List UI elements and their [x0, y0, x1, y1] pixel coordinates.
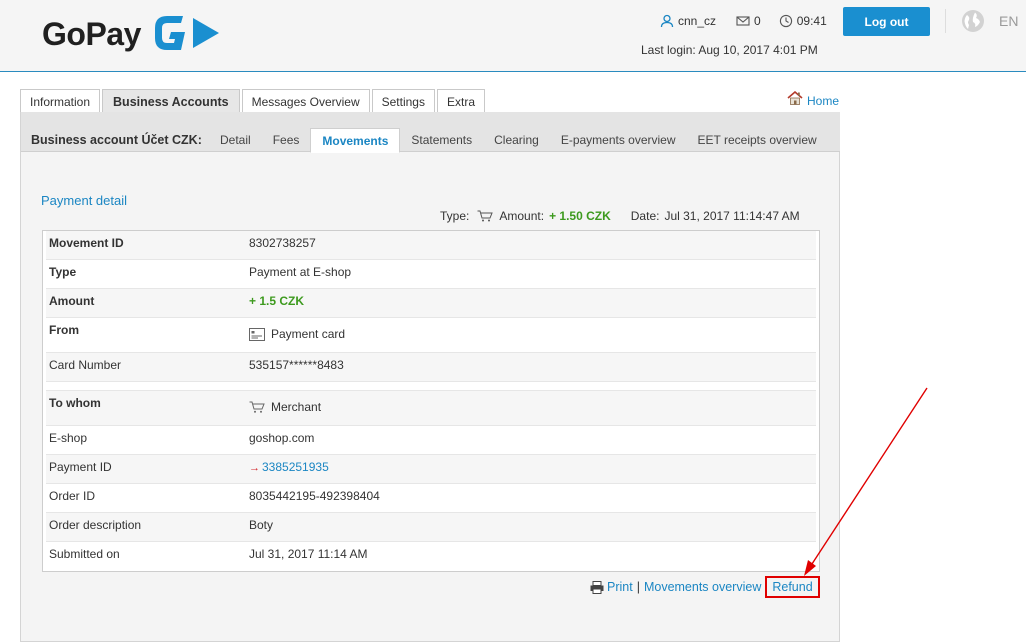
gopay-logo-icon [155, 16, 219, 50]
home-link[interactable]: Home [787, 91, 840, 108]
detail-value: 8035442195-492398404 [249, 489, 380, 503]
home-icon [787, 91, 803, 105]
detail-value-group: → 3385251935 [249, 460, 329, 474]
detail-value: Merchant [271, 400, 322, 414]
header-divider [945, 9, 946, 33]
detail-key: Card Number [49, 358, 122, 372]
account-sub-tabs: Detail Fees Movements Statements Clearin… [209, 128, 828, 153]
detail-value: Payment card [271, 327, 346, 341]
print-link[interactable]: Print [607, 580, 633, 594]
detail-value-group: Payment card [249, 327, 345, 341]
detail-key: Type [49, 265, 77, 279]
date-label: Date: [630, 209, 660, 223]
payment-detail-table: Movement ID 8302738257 Type Payment at E… [42, 230, 820, 572]
detail-value: + 1.5 CZK [249, 294, 305, 308]
detail-row-type: Type Payment at E-shop [46, 260, 816, 289]
detail-row-movement-id: Movement ID 8302738257 [46, 231, 816, 260]
detail-row-eshop: E-shop goshop.com [46, 426, 816, 455]
detail-key: Movement ID [49, 236, 124, 250]
messages-count: 0 [754, 14, 761, 28]
session-time: 09:41 [779, 14, 827, 28]
detail-key: Order description [49, 518, 142, 532]
detail-value: goshop.com [249, 431, 315, 445]
user-account[interactable]: cnn_cz [660, 14, 716, 28]
globe-icon[interactable] [961, 9, 985, 33]
user-info-bar: cnn_cz 0 09:41 [660, 12, 827, 30]
tab-extra[interactable]: Extra [436, 89, 485, 113]
movements-overview-link[interactable]: Movements overview [644, 580, 761, 594]
detail-value: 535157******8483 [249, 358, 344, 372]
account-title: Business account Účet CZK: [31, 133, 202, 147]
last-login-text: Last login: Aug 10, 2017 4:01 PM [641, 43, 818, 57]
detail-value: Boty [249, 518, 274, 532]
subtab-e-payments-overview[interactable]: E-payments overview [550, 128, 687, 152]
refund-link[interactable]: Refund [765, 576, 820, 598]
detail-row-order-description: Order description Boty [46, 513, 816, 542]
detail-row-card-number: Card Number 535157******8483 [46, 353, 816, 382]
detail-value-group: Merchant [249, 400, 321, 414]
footer-separator: | [636, 580, 640, 594]
messages[interactable]: 0 [736, 14, 761, 28]
payment-card-icon [249, 328, 265, 341]
subtab-eet-receipts-overview[interactable]: EET receipts overview [687, 128, 828, 152]
detail-row-from: From Payment card [46, 318, 816, 353]
time-display: 09:41 [796, 14, 827, 28]
subtab-clearing[interactable]: Clearing [483, 128, 550, 152]
subtab-detail[interactable]: Detail [209, 128, 262, 152]
detail-row-payment-id: Payment ID → 3385251935 [46, 455, 816, 484]
printer-icon[interactable] [590, 580, 604, 594]
detail-key: Order ID [49, 489, 96, 503]
amount-label: Amount: [499, 209, 545, 223]
language-selector[interactable]: EN [999, 13, 1018, 29]
footer-links: Print | Movements overview Refund [590, 576, 820, 598]
detail-row-submitted-on: Submitted on Jul 31, 2017 11:14 AM [46, 542, 816, 571]
detail-key: From [49, 323, 79, 337]
brand-logo-text: GoPay [42, 16, 141, 52]
logout-button[interactable]: Log out [843, 7, 930, 36]
detail-row-to-whom: To whom Merchant [46, 391, 816, 426]
detail-spacer [46, 382, 816, 391]
detail-key: Amount [49, 294, 95, 308]
clock-icon [779, 14, 792, 28]
envelope-icon [736, 16, 750, 26]
type-label: Type: [440, 209, 470, 223]
detail-value: 8302738257 [249, 236, 316, 250]
business-account-panel: Business account Účet CZK: Detail Fees M… [20, 112, 840, 642]
detail-value: Payment at E-shop [249, 265, 352, 279]
home-link-label: Home [807, 94, 840, 108]
user-icon [660, 14, 674, 28]
detail-value: Jul 31, 2017 11:14 AM [249, 547, 368, 561]
top-header: GoPay cnn_cz 0 09:41 Last login: Aug 10,… [0, 0, 1026, 72]
main-tabs: Information Business Accounts Messages O… [20, 89, 487, 113]
amount-value: + 1.50 CZK [549, 209, 611, 223]
merchant-cart-icon [249, 401, 265, 413]
tab-information[interactable]: Information [20, 89, 101, 113]
detail-key: To whom [49, 396, 101, 410]
cart-icon [477, 210, 494, 222]
detail-key: Submitted on [49, 547, 120, 561]
tab-business-accounts[interactable]: Business Accounts [102, 89, 240, 113]
subtab-statements[interactable]: Statements [400, 128, 483, 152]
detail-key: Payment ID [49, 460, 112, 474]
subtab-fees[interactable]: Fees [262, 128, 311, 152]
tab-settings[interactable]: Settings [371, 89, 435, 113]
section-title: Payment detail [41, 193, 127, 208]
detail-row-order-id: Order ID 8035442195-492398404 [46, 484, 816, 513]
subtab-movements[interactable]: Movements [310, 128, 401, 153]
arrow-right-icon: → [249, 462, 260, 474]
account-subnav: Business account Účet CZK: Detail Fees M… [21, 112, 840, 153]
username: cnn_cz [678, 14, 717, 28]
payment-id-link[interactable]: 3385251935 [262, 460, 329, 474]
date-value: Jul 31, 2017 11:14:47 AM [664, 209, 800, 223]
tab-messages-overview[interactable]: Messages Overview [241, 89, 370, 113]
detail-row-amount: Amount + 1.5 CZK [46, 289, 816, 318]
detail-key: E-shop [49, 431, 88, 445]
payment-summary: Type: Amount: + 1.50 CZK Date: Jul 31, 2… [440, 209, 800, 223]
